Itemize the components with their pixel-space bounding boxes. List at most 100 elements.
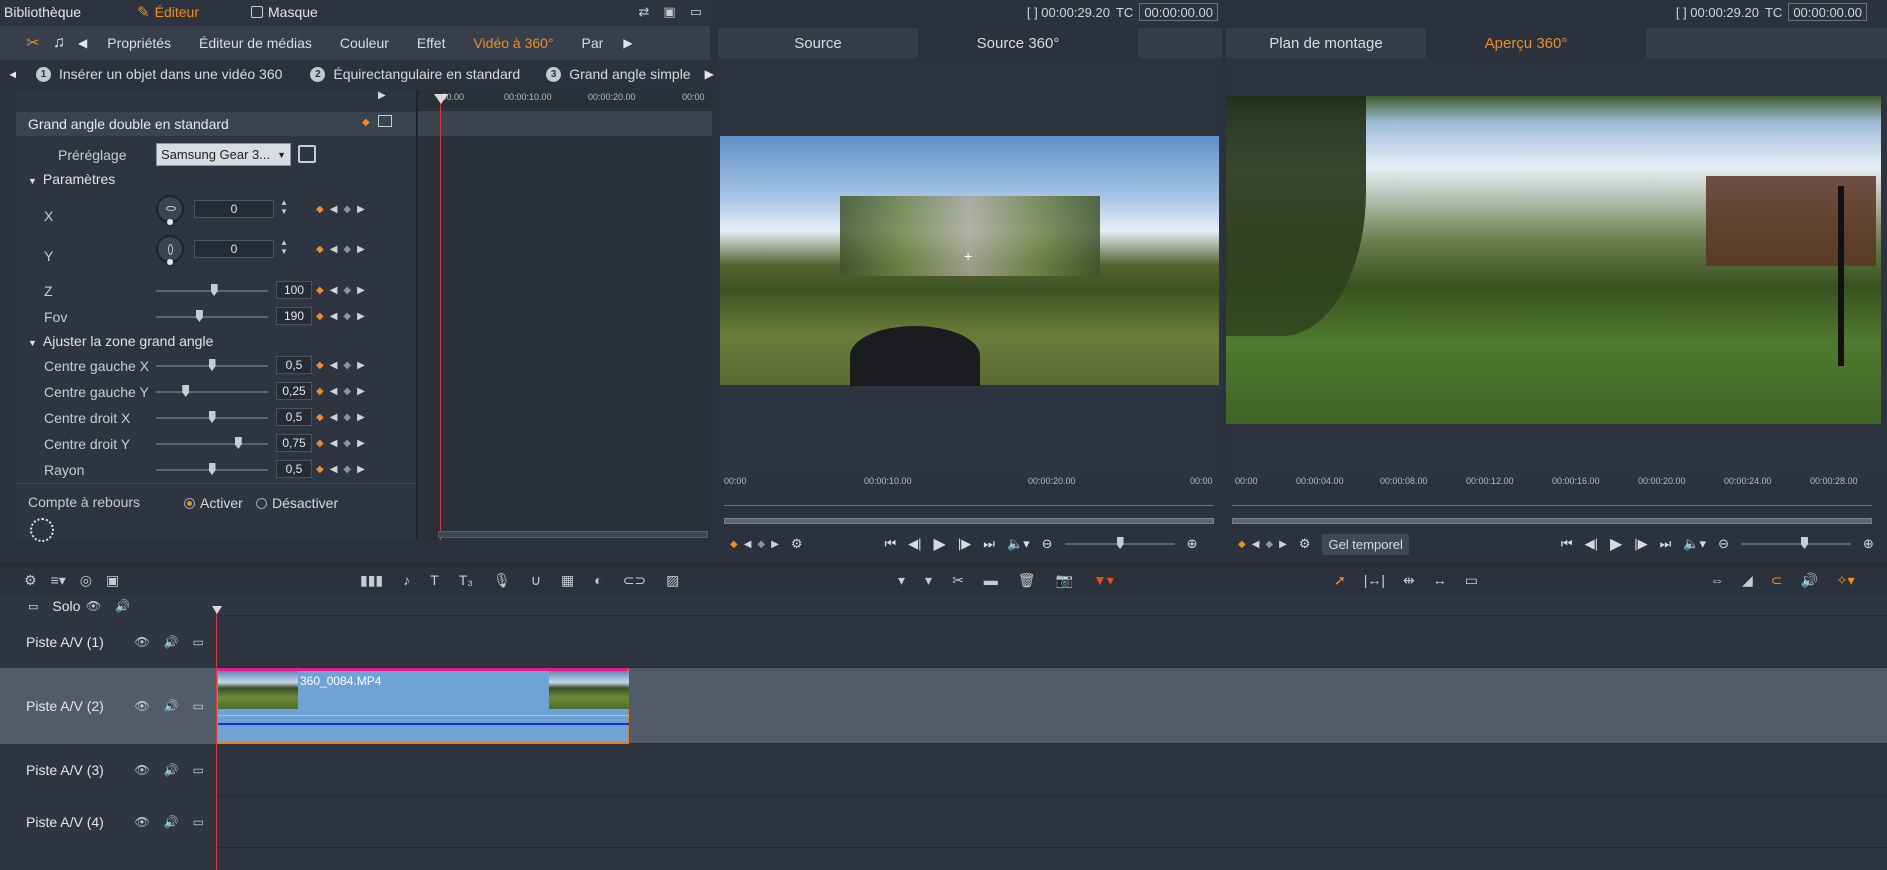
fov-slider-thumb[interactable] [195,310,203,322]
tab-color[interactable]: Couleur [326,35,403,51]
gear-icon[interactable]: ⚙ [1299,536,1311,552]
z-keyframe-controls[interactable]: ◆ ◀ ◆ ▶ [316,285,365,296]
tab-preview-360[interactable]: Aperçu 360° [1426,28,1626,58]
eye-icon[interactable]: 👁 [134,699,149,713]
zoom-out-icon[interactable]: ⊖ [1718,536,1729,552]
centre-left-y-keyframes[interactable]: ◆ ◀ ◆ ▶ [316,386,365,397]
steps-scroll-right-icon[interactable]: ▶ [699,67,720,81]
source-keyframe-nav[interactable]: ◆ ◀ ◆ ▶ [730,539,779,550]
source-timeline-ruler[interactable]: 00:00 00:00:10.00 00:00:20.00 00:00 [724,470,1222,530]
tab-par[interactable]: Par [568,35,618,51]
centre-left-x-thumb[interactable] [208,359,216,371]
z-value-field[interactable]: 100 [276,281,312,299]
panel-splitter[interactable] [0,562,1887,568]
step-equirectangular[interactable]: 2 Équirectangulaire en standard [302,66,528,82]
storyboard-icon[interactable]: ▬ [984,572,998,589]
volume-icon[interactable]: 🔈▾ [1683,536,1706,552]
step-back-icon[interactable]: ◀| [908,536,921,552]
marker-icon[interactable]: ▾ [898,572,905,589]
track-header-4[interactable]: Piste A/V (4) 👁 🔊 ▭ [0,796,216,848]
save-preset-icon[interactable] [298,145,316,163]
radius-field[interactable]: 0,5 [276,460,312,478]
tab-properties[interactable]: Propriétés [93,35,185,51]
section-parameters[interactable]: ▼ Paramètres [28,171,115,187]
monitor-icon[interactable]: ▭ [193,763,204,777]
eye-icon[interactable]: 👁 [134,763,149,777]
fov-value-field[interactable]: 190 [276,307,312,325]
x-keyframe-controls[interactable]: ◆ ◀ ◆ ▶ [316,204,365,215]
skip-end-icon[interactable]: ⏭ [1660,536,1672,552]
y-rotation-dial[interactable] [156,235,184,265]
timeline-body[interactable]: 360_0084.MP4 [212,596,1887,870]
grid-icon[interactable]: ▦ [561,572,574,589]
keyframe-track[interactable]: :00.00 00:00:10.00 00:00:20.00 00:00 [416,90,712,540]
ripple-tool-icon[interactable]: |↔| [1364,572,1385,589]
play-icon[interactable]: ▶ [934,534,946,554]
centre-right-x-keyframes[interactable]: ◆ ◀ ◆ ▶ [316,412,365,423]
speaker-icon[interactable]: 🔊 [164,699,179,713]
section-wide-angle-zone[interactable]: ▼ Ajuster la zone grand angle [28,333,213,349]
settings-gear-icon[interactable]: ⚙ [24,572,37,589]
razor-icon[interactable]: ✂ [952,572,964,589]
tab-source[interactable]: Source [718,28,918,58]
monitor-icon[interactable]: ▭ [193,815,204,829]
fov-keyframe-controls[interactable]: ◆ ◀ ◆ ▶ [316,311,365,322]
speaker-icon[interactable]: 🔊 [164,635,179,649]
tabs-scroll-right-icon[interactable]: ▶ [617,36,638,50]
pointer-tool-icon[interactable]: ➚ [1334,572,1346,589]
video-icon[interactable]: ✂ [20,30,46,56]
music-note-icon[interactable]: ♪ [403,572,410,589]
source-zoom-slider[interactable] [1064,537,1175,549]
source-tc-field[interactable]: 00:00:00.00 [1139,3,1218,21]
marker-red-icon[interactable]: ▼▾ [1093,572,1114,589]
speaker-icon[interactable]: 🔊 [164,815,179,829]
transition-icon[interactable]: ∪ [531,572,541,589]
audio-scrub-icon[interactable]: 🔊 [1801,572,1818,589]
track-lane-4[interactable] [216,796,1887,848]
keyframe-ruler[interactable]: :00.00 00:00:10.00 00:00:20.00 00:00 [418,90,712,112]
track-header-3[interactable]: Piste A/V (3) 👁 🔊 ▭ [0,744,216,796]
eye-icon[interactable]: 👁 [134,635,149,649]
trash-icon[interactable]: 🗑 [1018,572,1036,589]
zoom-out-icon[interactable]: ⊖ [1042,536,1053,552]
z-slider-thumb[interactable] [210,284,218,296]
skip-start-icon[interactable]: ⏮ [884,536,896,552]
zoom-in-icon[interactable]: ⊕ [1863,536,1874,552]
countdown-activate-radio[interactable]: Activer [184,495,243,511]
centre-left-x-keyframes[interactable]: ◆ ◀ ◆ ▶ [316,360,365,371]
y-keyframe-controls[interactable]: ◆ ◀ ◆ ▶ [316,244,365,255]
expand-icon[interactable]: ⇔ [1710,572,1724,589]
x-value-field[interactable]: 0 [194,200,274,218]
media-icon[interactable]: ▣ [106,572,119,589]
menu-mask[interactable]: Masque [247,0,322,24]
timeline-ruler[interactable] [216,596,1887,616]
y-value-field[interactable]: 0 [194,240,274,258]
track-lane-1[interactable] [216,616,1887,668]
kf-scrollbar[interactable] [438,531,708,538]
track-lane-3[interactable] [216,744,1887,796]
panel-image-icon[interactable] [378,115,392,127]
freeze-frame-button[interactable]: Gel temporel [1322,533,1409,555]
skip-end-icon[interactable]: ⏭ [983,536,995,552]
timeline-viewer-scrollbar[interactable] [1232,518,1872,524]
title-3d-icon[interactable]: T₃ [459,572,473,589]
radius-keyframes[interactable]: ◆ ◀ ◆ ▶ [316,464,365,475]
fov-slider[interactable] [156,316,268,318]
centre-left-y-thumb[interactable] [182,385,190,397]
split-icon[interactable]: ▾ [925,572,932,589]
fit-icon[interactable]: ▭ [1465,572,1478,589]
menu-editor[interactable]: ✎ Éditeur [133,0,203,24]
slip-tool-icon[interactable]: ⇹ [1403,572,1415,589]
tab-source-360[interactable]: Source 360° [918,28,1118,58]
zoom-in-icon[interactable]: ⊕ [1187,536,1198,552]
window-icon[interactable]: ▣ [663,4,675,20]
monitor-icon[interactable]: ▭ [193,635,204,649]
layout-icon[interactable]: ▭ [690,4,702,20]
magic-icon[interactable]: ✧▾ [1836,572,1855,589]
radius-thumb[interactable] [208,463,216,475]
color-icon[interactable]: ◐ [594,572,602,589]
step-single-wide-angle[interactable]: 3 Grand angle simple [538,66,698,82]
step-insert-object[interactable]: 1 Insérer un objet dans une vidéo 360 [28,66,290,82]
snapshot-icon[interactable]: 📷 [1056,572,1073,589]
kf-ruler-right-arrow[interactable]: ▶ [378,90,386,101]
